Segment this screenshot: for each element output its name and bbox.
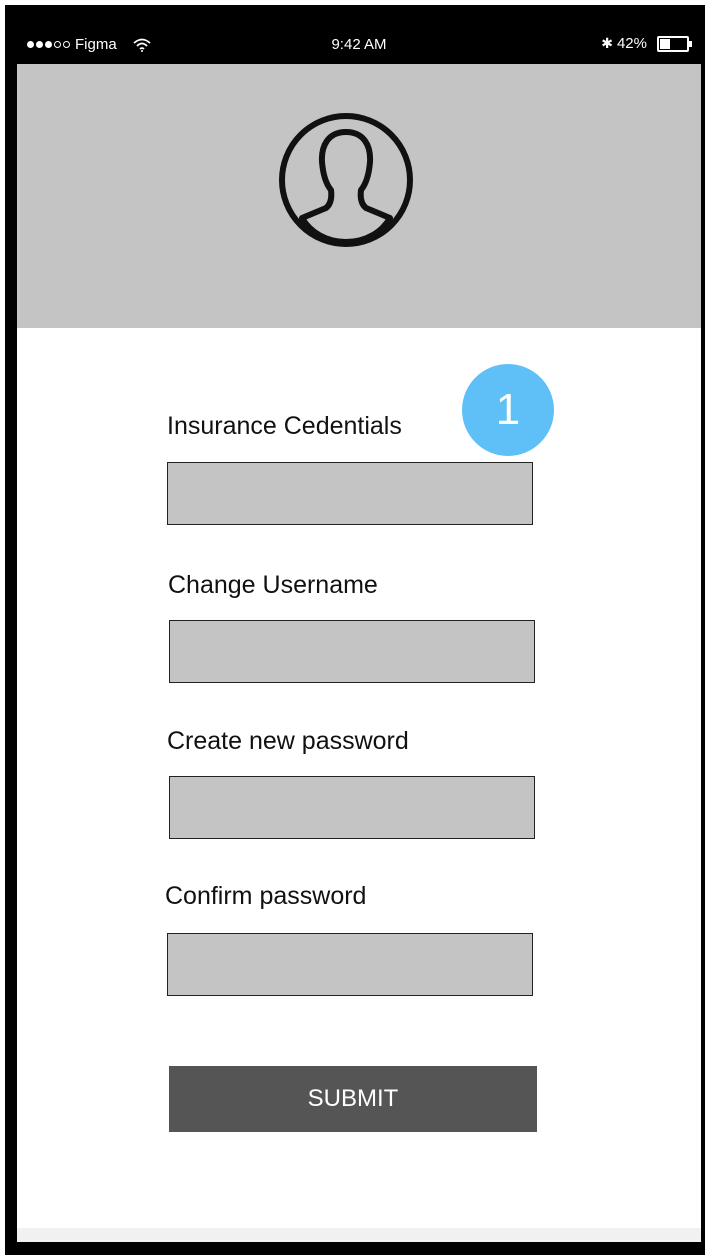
change-username-label: Change Username [168, 571, 378, 599]
status-right: ✱ 42% [601, 35, 692, 52]
user-avatar-icon[interactable] [276, 110, 416, 250]
change-username-input[interactable] [169, 620, 535, 683]
status-bar: Figma 9:42 AM ✱ 42% [17, 26, 701, 64]
insurance-credentials-label: Insurance Cedentials [167, 412, 402, 440]
profile-header [17, 64, 701, 328]
battery-fill [660, 38, 671, 49]
create-password-input[interactable] [169, 776, 535, 839]
screen-bottom-strip [17, 1228, 701, 1242]
battery-percent: 42% [616, 35, 647, 52]
create-password-label: Create new password [167, 727, 409, 755]
status-time: 9:42 AM [331, 36, 387, 53]
insurance-credentials-input[interactable] [167, 462, 533, 525]
confirm-password-input[interactable] [167, 933, 533, 996]
step-badge: 1 [462, 364, 554, 456]
submit-button[interactable]: SUBMIT [169, 1066, 537, 1132]
battery-icon [657, 35, 692, 52]
confirm-password-label: Confirm password [165, 882, 367, 910]
battery-tip [689, 40, 692, 47]
phone-screen: Figma 9:42 AM ✱ 42% Insurance Cedentials… [17, 26, 701, 1242]
bluetooth-icon: ✱ [601, 35, 613, 51]
